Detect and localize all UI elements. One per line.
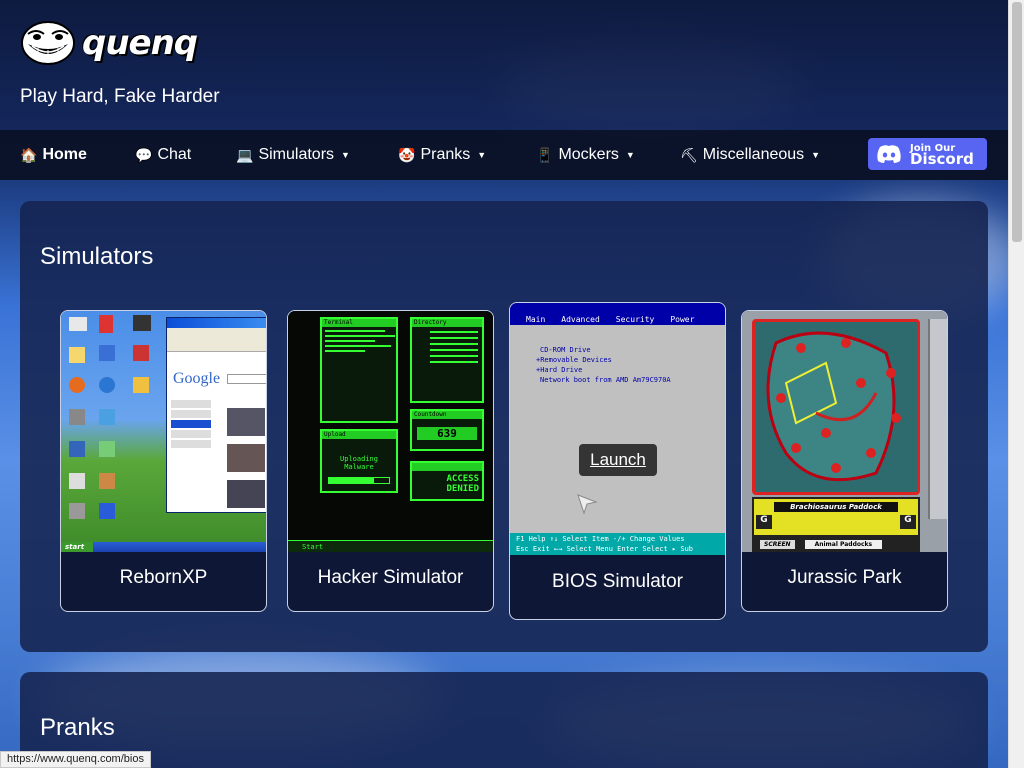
nav-pranks[interactable]: 🤡 Pranks ▼ bbox=[398, 130, 486, 180]
xp-start-button: start bbox=[61, 542, 93, 552]
bios-menu-power: Power bbox=[670, 315, 695, 324]
card-label-bios-simulator: BIOS Simulator bbox=[552, 571, 683, 592]
discord-icon bbox=[877, 145, 901, 163]
nav-pranks-label: Pranks bbox=[420, 146, 471, 163]
caret-down-icon: ▼ bbox=[811, 150, 821, 160]
nav-home[interactable]: 🏠 Home bbox=[20, 130, 87, 180]
nav-mockers[interactable]: 📱 Mockers ▼ bbox=[536, 130, 635, 180]
card-label-rebornxp: RebornXP bbox=[119, 567, 208, 588]
caret-down-icon: ▼ bbox=[341, 150, 350, 160]
upload-window-title: Upload bbox=[322, 431, 396, 439]
card-bios-simulator[interactable]: Main Advanced Security Power CD-ROM Driv… bbox=[509, 302, 726, 620]
bios-menu-security: Security bbox=[615, 315, 655, 324]
join-discord-button[interactable]: Join Our Discord bbox=[868, 138, 987, 170]
hacker-start-button: Start bbox=[302, 543, 324, 551]
rebornxp-thumbnail: Google start bbox=[61, 311, 266, 552]
jurassic-screen-label: SCREEN bbox=[760, 540, 795, 549]
nav-mockers-label: Mockers bbox=[558, 146, 619, 163]
card-label-jurassic-park: Jurassic Park bbox=[787, 567, 902, 588]
paddock-label: Brachiosaurus Paddock bbox=[774, 502, 898, 512]
card-hacker-simulator[interactable]: Terminal Directory Upload Uploading Malw… bbox=[287, 310, 494, 612]
house-icon: 🏠 bbox=[20, 146, 38, 163]
bios-menu-main: Main bbox=[526, 315, 546, 324]
card-jurassic-park[interactable]: Brachiosaurus Paddock G G SCREEN Animal … bbox=[741, 310, 948, 612]
nav-simulators-label: Simulators bbox=[258, 146, 335, 163]
access-denied-line2: DENIED bbox=[446, 484, 479, 494]
bios-line-cdrom: CD-ROM Drive bbox=[540, 346, 591, 354]
bios-line-harddrive: +Hard Drive bbox=[536, 366, 583, 374]
caret-down-icon: ▼ bbox=[477, 150, 487, 160]
phone-icon: 📱 bbox=[536, 146, 554, 163]
bios-footer-1: F1 Help ↑↓ Select Item -/+ Change Values bbox=[516, 535, 685, 543]
upload-text-2: Malware bbox=[344, 463, 374, 471]
clown-icon: 🤡 bbox=[398, 146, 416, 163]
speech-bubble-icon: 💬 bbox=[135, 146, 153, 163]
scrollbar-thumb[interactable] bbox=[1012, 2, 1022, 242]
countdown-window-title: Countdown bbox=[412, 411, 482, 419]
simulators-panel: Simulators Google start RebornXP Termina… bbox=[20, 201, 988, 652]
brand-name: quenq bbox=[82, 23, 198, 63]
hacker-simulator-thumbnail: Terminal Directory Upload Uploading Malw… bbox=[288, 311, 493, 552]
link-status-bar: https://www.quenq.com/bios bbox=[0, 751, 151, 768]
nav-chat[interactable]: 💬 Chat bbox=[135, 130, 191, 180]
bios-footer-2: Esc Exit ←→ Select Menu Enter Select ▸ S… bbox=[516, 545, 694, 553]
nav-chat-label: Chat bbox=[157, 146, 192, 163]
park-map bbox=[766, 331, 901, 482]
pick-icon: ⛏ bbox=[680, 146, 698, 163]
page: quenq Play Hard, Fake Harder 🏠 Home 💬 Ch… bbox=[0, 0, 1008, 768]
jurassic-park-thumbnail: Brachiosaurus Paddock G G SCREEN Animal … bbox=[742, 311, 947, 552]
card-rebornxp[interactable]: Google start RebornXP bbox=[60, 310, 267, 612]
card-label-hacker-simulator: Hacker Simulator bbox=[317, 567, 464, 588]
site-header: quenq Play Hard, Fake Harder bbox=[0, 0, 1008, 130]
nav-miscellaneous[interactable]: ⛏ Miscellaneous ▼ bbox=[680, 130, 820, 180]
discord-line2: Discord bbox=[910, 150, 974, 168]
nav-miscellaneous-label: Miscellaneous bbox=[702, 146, 805, 163]
directory-window-title: Directory bbox=[412, 319, 482, 327]
bios-simulator-thumbnail: Main Advanced Security Power CD-ROM Driv… bbox=[510, 303, 725, 555]
google-logo: Google bbox=[173, 370, 221, 387]
nav-home-label: Home bbox=[42, 146, 87, 163]
launch-button[interactable]: Launch bbox=[579, 444, 657, 476]
bios-line-removable: +Removable Devices bbox=[536, 356, 612, 364]
logo[interactable]: quenq bbox=[20, 20, 198, 66]
upload-text-1: Uploading bbox=[340, 455, 378, 463]
access-denied-line1: ACCESS bbox=[446, 474, 479, 484]
terminal-window-title: Terminal bbox=[322, 319, 396, 327]
section-title-simulators: Simulators bbox=[40, 243, 154, 270]
caret-down-icon: ▼ bbox=[625, 150, 635, 160]
mouse-cursor-icon bbox=[577, 494, 598, 515]
tagline: Play Hard, Fake Harder bbox=[20, 86, 220, 107]
nav-simulators[interactable]: 💻 Simulators ▼ bbox=[236, 130, 350, 180]
bios-menu-advanced: Advanced bbox=[561, 315, 600, 324]
main-navbar: 🏠 Home 💬 Chat 💻 Simulators ▼ 🤡 Pranks ▼ … bbox=[0, 130, 1008, 180]
bios-line-network: Network boot from AMD Am79C970A bbox=[540, 376, 671, 384]
countdown-value: 639 bbox=[417, 427, 477, 440]
jurassic-sub-label: Animal Paddocks bbox=[804, 540, 883, 549]
troll-face-icon bbox=[21, 21, 75, 65]
laptop-icon: 💻 bbox=[236, 146, 254, 163]
vertical-scrollbar[interactable] bbox=[1008, 0, 1024, 768]
section-title-pranks: Pranks bbox=[40, 714, 115, 741]
pranks-panel: Pranks bbox=[20, 672, 988, 768]
